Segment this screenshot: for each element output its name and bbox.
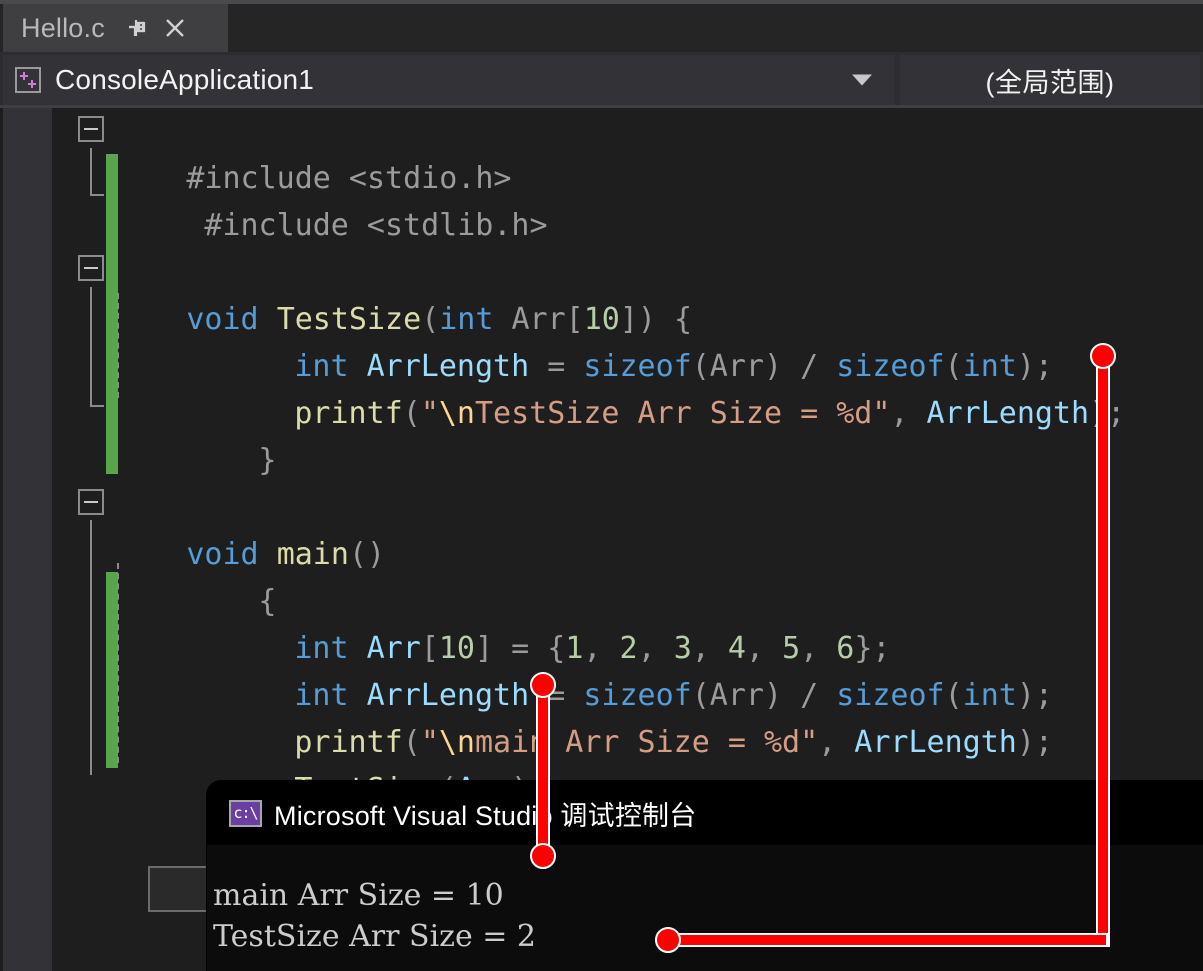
code-token: main [276,537,349,572]
code-line-2: #include <stdlib.h> [96,155,547,243]
code-token: TestSize Arr Size = %d" [475,396,891,431]
project-dropdown[interactable]: ConsoleApplication1 [3,55,894,105]
code-token: ArrLength [854,725,1017,760]
code-token: \n [438,396,475,431]
code-token: } [258,443,277,478]
annotation-testsize-dot-left [655,927,681,953]
annotation-testsize-horizontal-line [668,935,1106,945]
cpp-project-icon [15,67,41,93]
code-token: ArrLength [926,396,1090,431]
code-token: () [348,537,386,572]
code-line-9: void main() [78,484,385,572]
code-line-5: int ArrLength = sizeof(Arr) / sizeof(int… [186,296,1053,384]
code-token: ( [402,396,421,431]
code-line-11: int Arr[10] = {1, 2, 3, 4, 5, 6}; [186,578,890,666]
code-line-14: TestSize(Arr); [186,719,547,807]
code-token: , [890,396,927,431]
console-cmd-icon: c:\ [229,799,262,827]
scope-label: (全局范围) [985,67,1115,98]
navigation-bar: ConsoleApplication1 (全局范围) [0,52,1203,108]
tab-strip: Hello.c [0,0,1203,52]
code-line-10: { [150,531,276,619]
code-line-13: printf("\nmain Arr Size = %d", ArrLength… [186,672,1053,760]
code-token: , [818,725,855,760]
code-token: ); [1016,725,1053,760]
tab-label: Hello.c [21,12,105,43]
close-icon[interactable] [163,16,187,40]
code-token: " [420,396,439,431]
tab-hello-c[interactable]: Hello.c [3,4,228,52]
code-token: printf [294,396,403,431]
editor-gutter[interactable] [3,108,52,971]
scope-dropdown[interactable]: (全局范围) [900,55,1200,105]
code-line-1: #include <stdio.h> [78,108,511,196]
pin-icon[interactable] [125,17,147,39]
console-title-label: Microsoft Visual Studio 调试控制台 [274,800,697,831]
annotation-main-dot-bottom [530,843,556,869]
console-title-bar: c:\ Microsoft Visual Studio 调试控制台 [207,781,1203,845]
annotation-main-vertical-line [538,684,548,854]
code-line-7: } [150,390,276,478]
project-name-label: ConsoleApplication1 [55,64,315,95]
console-output-line: TestSize Arr Size = 2 [213,919,537,954]
code-line-12: int ArrLength = sizeof(Arr) / sizeof(int… [186,625,1053,713]
annotation-testsize-dot-top [1090,343,1116,369]
console-output-line: main Arr Size = 10 [213,878,504,913]
annotation-main-dot-top [530,672,556,698]
code-line-6: printf("\nTestSize Arr Size = %d", ArrLe… [186,343,1125,431]
code-token: #include <stdlib.h> [204,208,548,243]
code-line-4: void TestSize(int Arr[10]) { [78,249,692,337]
chevron-down-icon[interactable] [852,74,872,86]
annotation-testsize-vertical-line [1098,356,1108,945]
console-output: main Arr Size = 10 TestSize Arr Size = 2 [207,845,1203,971]
